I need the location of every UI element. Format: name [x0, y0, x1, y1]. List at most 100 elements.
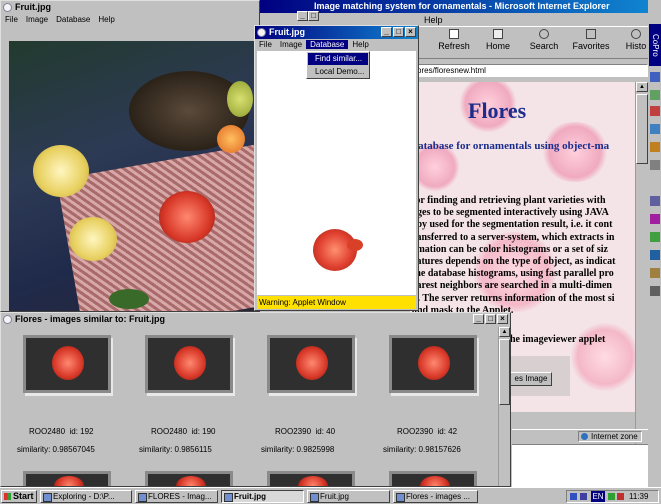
- history-button[interactable]: Histo: [618, 29, 648, 51]
- result-similarity: similarity: 0.9856115: [139, 445, 212, 454]
- result-item[interactable]: ROO2390 id: 42 similarity: 0.98157626: [377, 331, 495, 454]
- result-item[interactable]: ROO2480 id: 190 similarity: 0.9856115: [133, 331, 251, 454]
- close-button[interactable]: ×: [405, 27, 416, 37]
- maximize-button[interactable]: □: [485, 314, 496, 324]
- result-item[interactable]: ROO2480 id: 192 similarity: 0.98567045: [11, 331, 129, 454]
- pear: [227, 81, 253, 117]
- office-icon[interactable]: [650, 124, 660, 134]
- history-icon: [631, 29, 641, 39]
- tray-icon[interactable]: [570, 493, 577, 500]
- fruit-titlebar[interactable]: Fruit.jpg: [1, 1, 259, 14]
- office-icon[interactable]: [650, 214, 660, 224]
- menu-help[interactable]: Help: [94, 15, 118, 24]
- favorites-button[interactable]: Favorites: [568, 29, 614, 51]
- minimize-button[interactable]: _: [381, 27, 392, 37]
- applet-title: Fruit.jpg: [269, 27, 305, 37]
- favorites-label: Favorites: [572, 41, 610, 51]
- yellow-rose: [69, 217, 117, 261]
- menu-file[interactable]: File: [255, 40, 276, 49]
- result-thumbnail[interactable]: [23, 471, 111, 486]
- maximize-button[interactable]: □: [393, 27, 404, 37]
- start-label: Start: [13, 491, 34, 501]
- fruit-applet-window: Fruit.jpg _ □ × File Image Database Help Fi…: [254, 25, 419, 311]
- search-button[interactable]: Search: [524, 29, 564, 51]
- office-icon[interactable]: [650, 286, 660, 296]
- side-label-pro: Pro: [651, 43, 660, 57]
- search-icon: [539, 29, 549, 39]
- results-titlebar[interactable]: Flores - images similar to: Fruit.jpg: [1, 313, 510, 326]
- applet-menubar: File Image Database Help: [255, 39, 418, 51]
- minimize-button[interactable]: _: [473, 314, 484, 324]
- address-field[interactable]: flores/floresnew.html: [410, 64, 648, 77]
- taskbar-fruit[interactable]: Fruit.jpg: [307, 490, 390, 503]
- tray-icon[interactable]: [617, 493, 624, 500]
- office-icon[interactable]: [650, 160, 660, 170]
- start-button[interactable]: Start: [1, 490, 37, 503]
- office-bar-panel: CoPro: [649, 24, 661, 66]
- images-button[interactable]: es Image: [510, 372, 552, 386]
- local-demo-item[interactable]: Local Demo...: [308, 66, 368, 78]
- office-icon[interactable]: [650, 142, 660, 152]
- result-item[interactable]: ROO2390 id: 40 similarity: 0.9825998: [255, 331, 373, 454]
- scroll-up-button[interactable]: ▲: [636, 82, 648, 92]
- bg-blossom: [570, 322, 640, 392]
- body-line: ransferred to a server-system, which ext…: [412, 231, 615, 243]
- taskbar-label: Flores - images ...: [406, 492, 471, 501]
- office-icon[interactable]: [650, 196, 660, 206]
- office-icon[interactable]: [650, 232, 660, 242]
- result-similarity: similarity: 0.98567045: [17, 445, 95, 454]
- taskbar-exploring[interactable]: Exploring - D:\P...: [40, 490, 132, 503]
- office-icon[interactable]: [650, 268, 660, 278]
- result-thumbnail[interactable]: [267, 471, 355, 486]
- office-icon[interactable]: [650, 90, 660, 100]
- office-shortcut-bar: CoPro: [647, 0, 661, 487]
- result-thumbnail: [389, 335, 477, 393]
- fruit-menubar: File Image Database Help: [1, 14, 259, 26]
- taskbar-label: Fruit.jpg: [320, 492, 349, 501]
- office-icon[interactable]: [650, 106, 660, 116]
- result-thumbnail[interactable]: [389, 471, 477, 486]
- menu-help[interactable]: Help: [348, 40, 372, 49]
- rose-thumbnail: [54, 476, 84, 486]
- office-icon[interactable]: [650, 72, 660, 82]
- rose-thumbnail: [420, 476, 450, 486]
- fruit-image: [9, 41, 257, 311]
- taskbar-label: Exploring - D:\P...: [53, 492, 115, 501]
- result-id: ROO2390 id: 40: [275, 427, 336, 436]
- bg-blossom: [540, 122, 610, 182]
- ie-scrollbar[interactable]: ▲: [635, 82, 648, 472]
- refresh-button[interactable]: Refresh: [434, 29, 474, 51]
- scroll-up-button[interactable]: ▲: [499, 327, 510, 337]
- taskbar-flores-images[interactable]: Flores - images ...: [393, 490, 478, 503]
- menu-file[interactable]: File: [1, 15, 22, 24]
- windows-logo-icon: [4, 493, 11, 500]
- result-thumbnail[interactable]: [145, 471, 233, 486]
- office-icon[interactable]: [650, 250, 660, 260]
- database-dropdown: Find similar... Local Demo...: [306, 51, 370, 79]
- minimize-button[interactable]: _: [297, 11, 308, 21]
- results-scrollbar[interactable]: ▲: [498, 327, 510, 486]
- applet-canvas: [257, 51, 416, 295]
- close-button[interactable]: ×: [497, 314, 508, 324]
- body-line: for finding and retrieving plant varieti…: [412, 195, 606, 206]
- scroll-thumb[interactable]: [636, 94, 648, 164]
- ie-title: Image matching system for ornamentals - …: [314, 1, 610, 11]
- menu-database[interactable]: Database: [306, 40, 349, 49]
- favorites-icon: [586, 29, 596, 39]
- tray-icon[interactable]: [580, 493, 587, 500]
- maximize-button[interactable]: □: [308, 11, 319, 21]
- applet-warning: Warning: Applet Window: [257, 296, 416, 309]
- zone-indicator: Internet zone: [578, 431, 642, 442]
- menu-image[interactable]: Image: [22, 15, 52, 24]
- home-button[interactable]: Home: [480, 29, 516, 51]
- yellow-rose: [33, 145, 89, 197]
- menu-image[interactable]: Image: [276, 40, 306, 49]
- ie-menu-help[interactable]: Help: [424, 15, 443, 25]
- scroll-thumb[interactable]: [499, 339, 510, 405]
- language-indicator[interactable]: EN: [591, 491, 605, 502]
- find-similar-item[interactable]: Find similar...: [308, 53, 368, 65]
- menu-database[interactable]: Database: [52, 15, 94, 24]
- tray-icon[interactable]: [608, 493, 615, 500]
- taskbar-fruit-active[interactable]: Fruit.jpg: [221, 490, 304, 503]
- taskbar-flores-ie[interactable]: FLORES - Imag...: [135, 490, 218, 503]
